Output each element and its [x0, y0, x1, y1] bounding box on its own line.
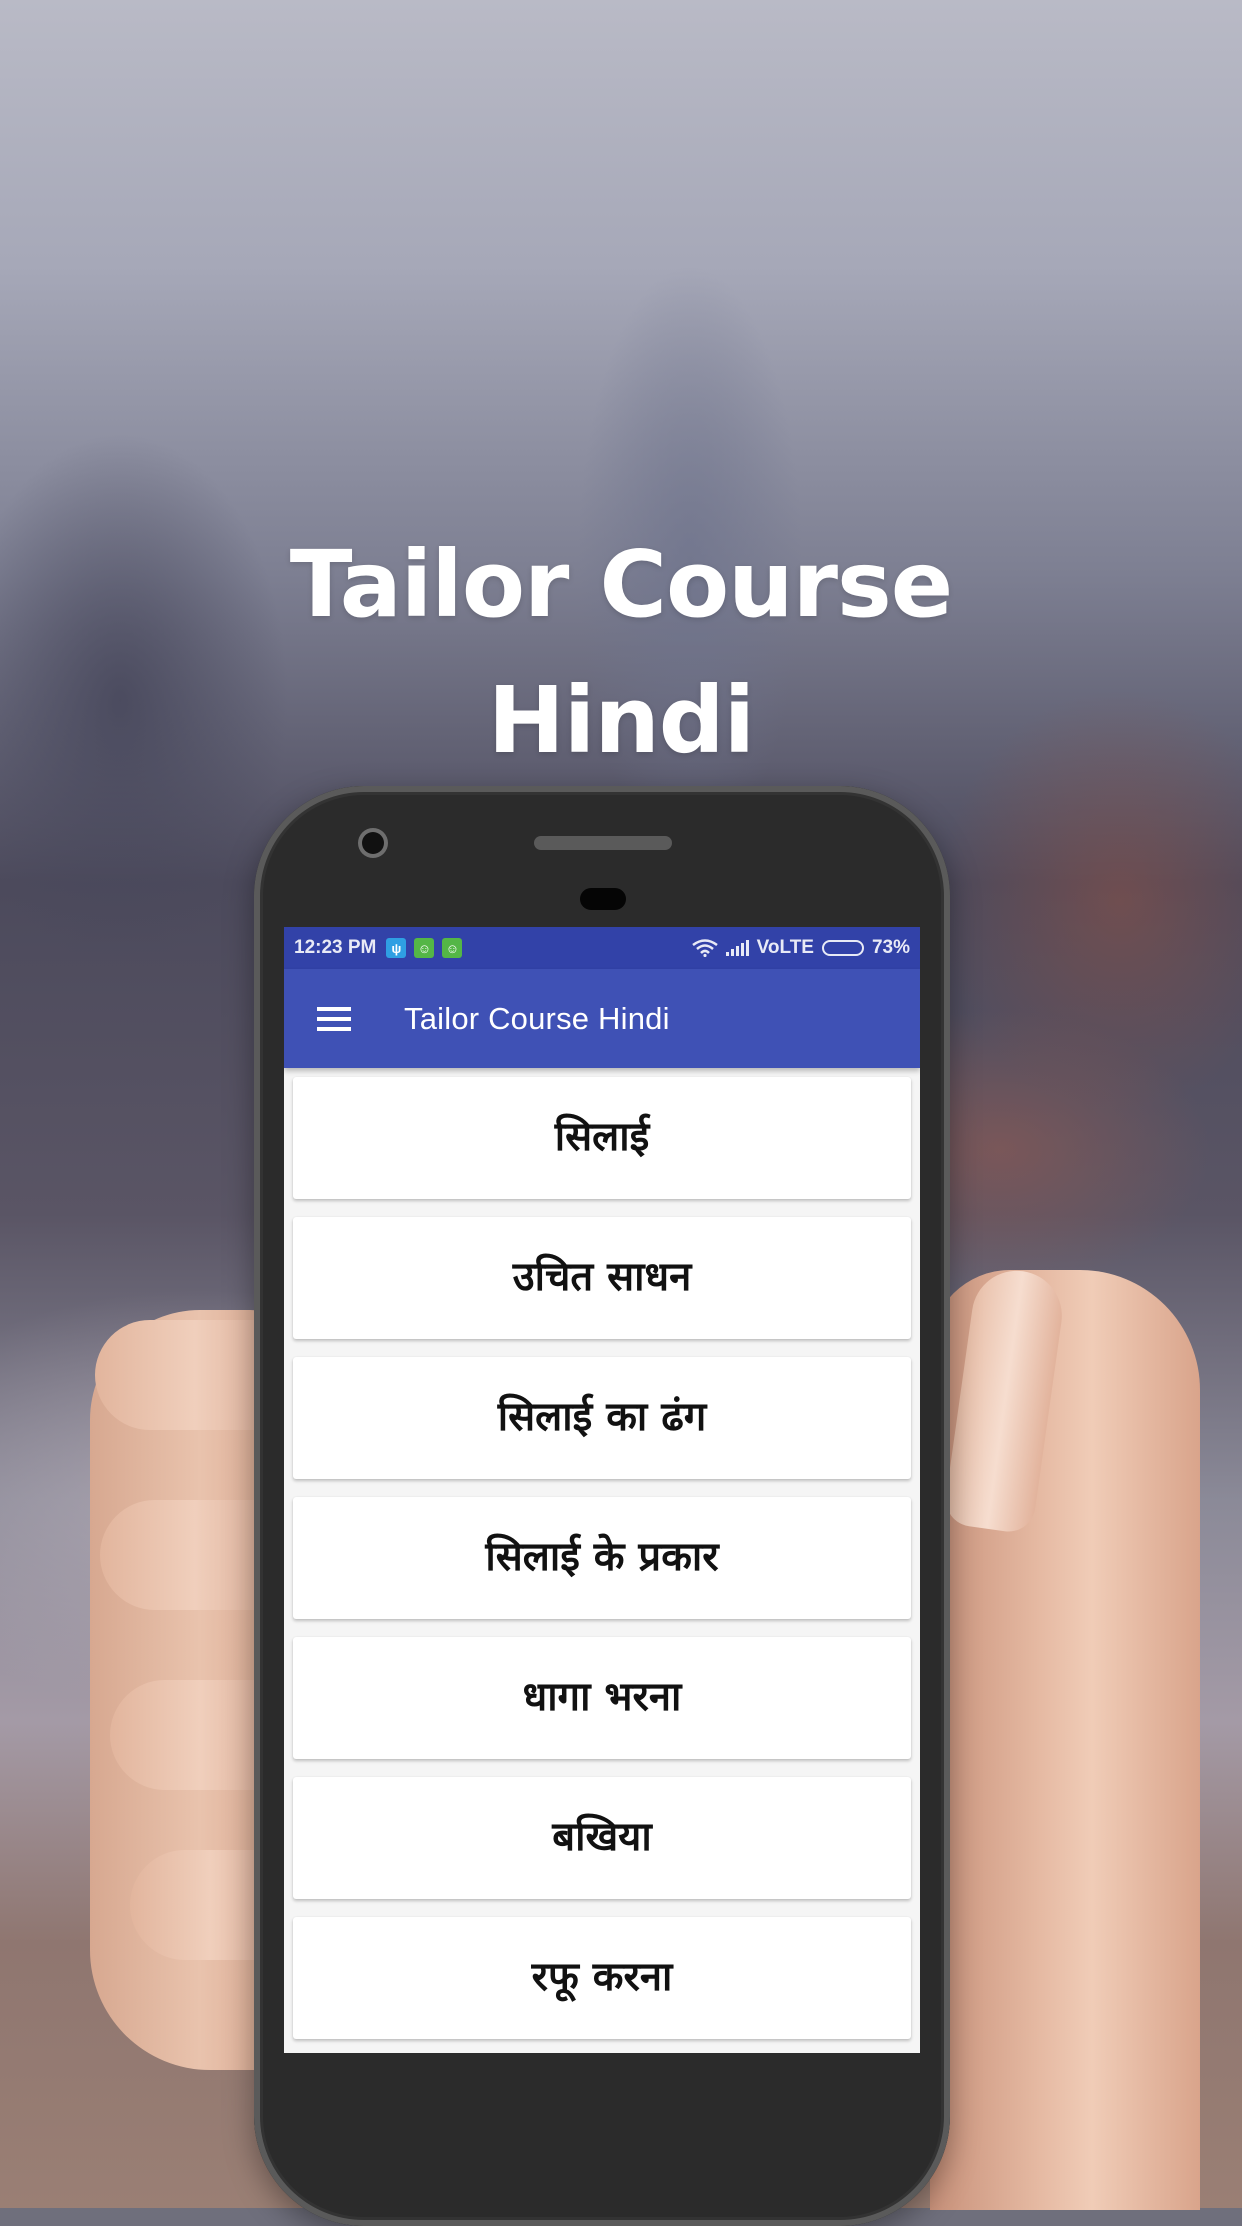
navigation-drawer-button[interactable]: [298, 983, 370, 1055]
proximity-sensor: [580, 888, 626, 910]
topic-card[interactable]: रफू करना: [293, 1917, 911, 2039]
android-debug-icon: ☺: [442, 938, 463, 958]
status-indicators: VoLTE 73%: [691, 937, 910, 959]
app-title: Tailor Course Hindi: [404, 1000, 670, 1036]
topic-label: रफू करना: [531, 1954, 673, 2000]
app-toolbar: Tailor Course Hindi: [284, 969, 920, 1068]
topic-card[interactable]: सिलाई के प्रकार: [293, 1497, 911, 1619]
promo-headline-line-1: Tailor Course: [289, 530, 953, 638]
topic-label: सिलाई का ढंग: [497, 1394, 707, 1440]
android-debug-icon: ☺: [414, 938, 435, 958]
usb-icon: ψ: [386, 938, 407, 958]
phone-screen: 12:23 PM ψ ☺ ☺ VoLTE 73% Tailor Course H…: [284, 927, 920, 2053]
topic-label: सिलाई के प्रकार: [485, 1534, 719, 1580]
front-camera: [362, 832, 384, 854]
promo-headline: Tailor Course Hindi: [0, 517, 1242, 789]
promo-headline-line-2: Hindi: [487, 666, 755, 774]
cell-signal-icon: [725, 940, 749, 956]
status-bar: 12:23 PM ψ ☺ ☺ VoLTE 73%: [284, 927, 920, 969]
topic-label: धागा भरना: [522, 1674, 682, 1720]
network-type: VoLTE: [756, 937, 814, 958]
status-time: 12:23 PM: [294, 937, 377, 958]
topic-label: सिलाई: [554, 1114, 650, 1160]
battery-icon: [821, 940, 864, 956]
topic-card[interactable]: सिलाई का ढंग: [293, 1357, 911, 1479]
topic-card[interactable]: सिलाई: [293, 1077, 911, 1199]
battery-percent: 73%: [871, 937, 910, 958]
hamburger-menu-icon: [317, 1001, 351, 1037]
topic-label: बखिया: [552, 1814, 652, 1860]
earpiece-speaker: [534, 836, 672, 850]
topic-card[interactable]: उचित साधन: [293, 1217, 911, 1339]
wifi-icon: [691, 939, 718, 957]
topic-label: उचित साधन: [512, 1254, 692, 1300]
topic-card[interactable]: धागा भरना: [293, 1637, 911, 1759]
topic-list: सिलाई उचित साधन सिलाई का ढंग सिलाई के प्…: [284, 1068, 920, 2039]
topic-card[interactable]: बखिया: [293, 1777, 911, 1899]
